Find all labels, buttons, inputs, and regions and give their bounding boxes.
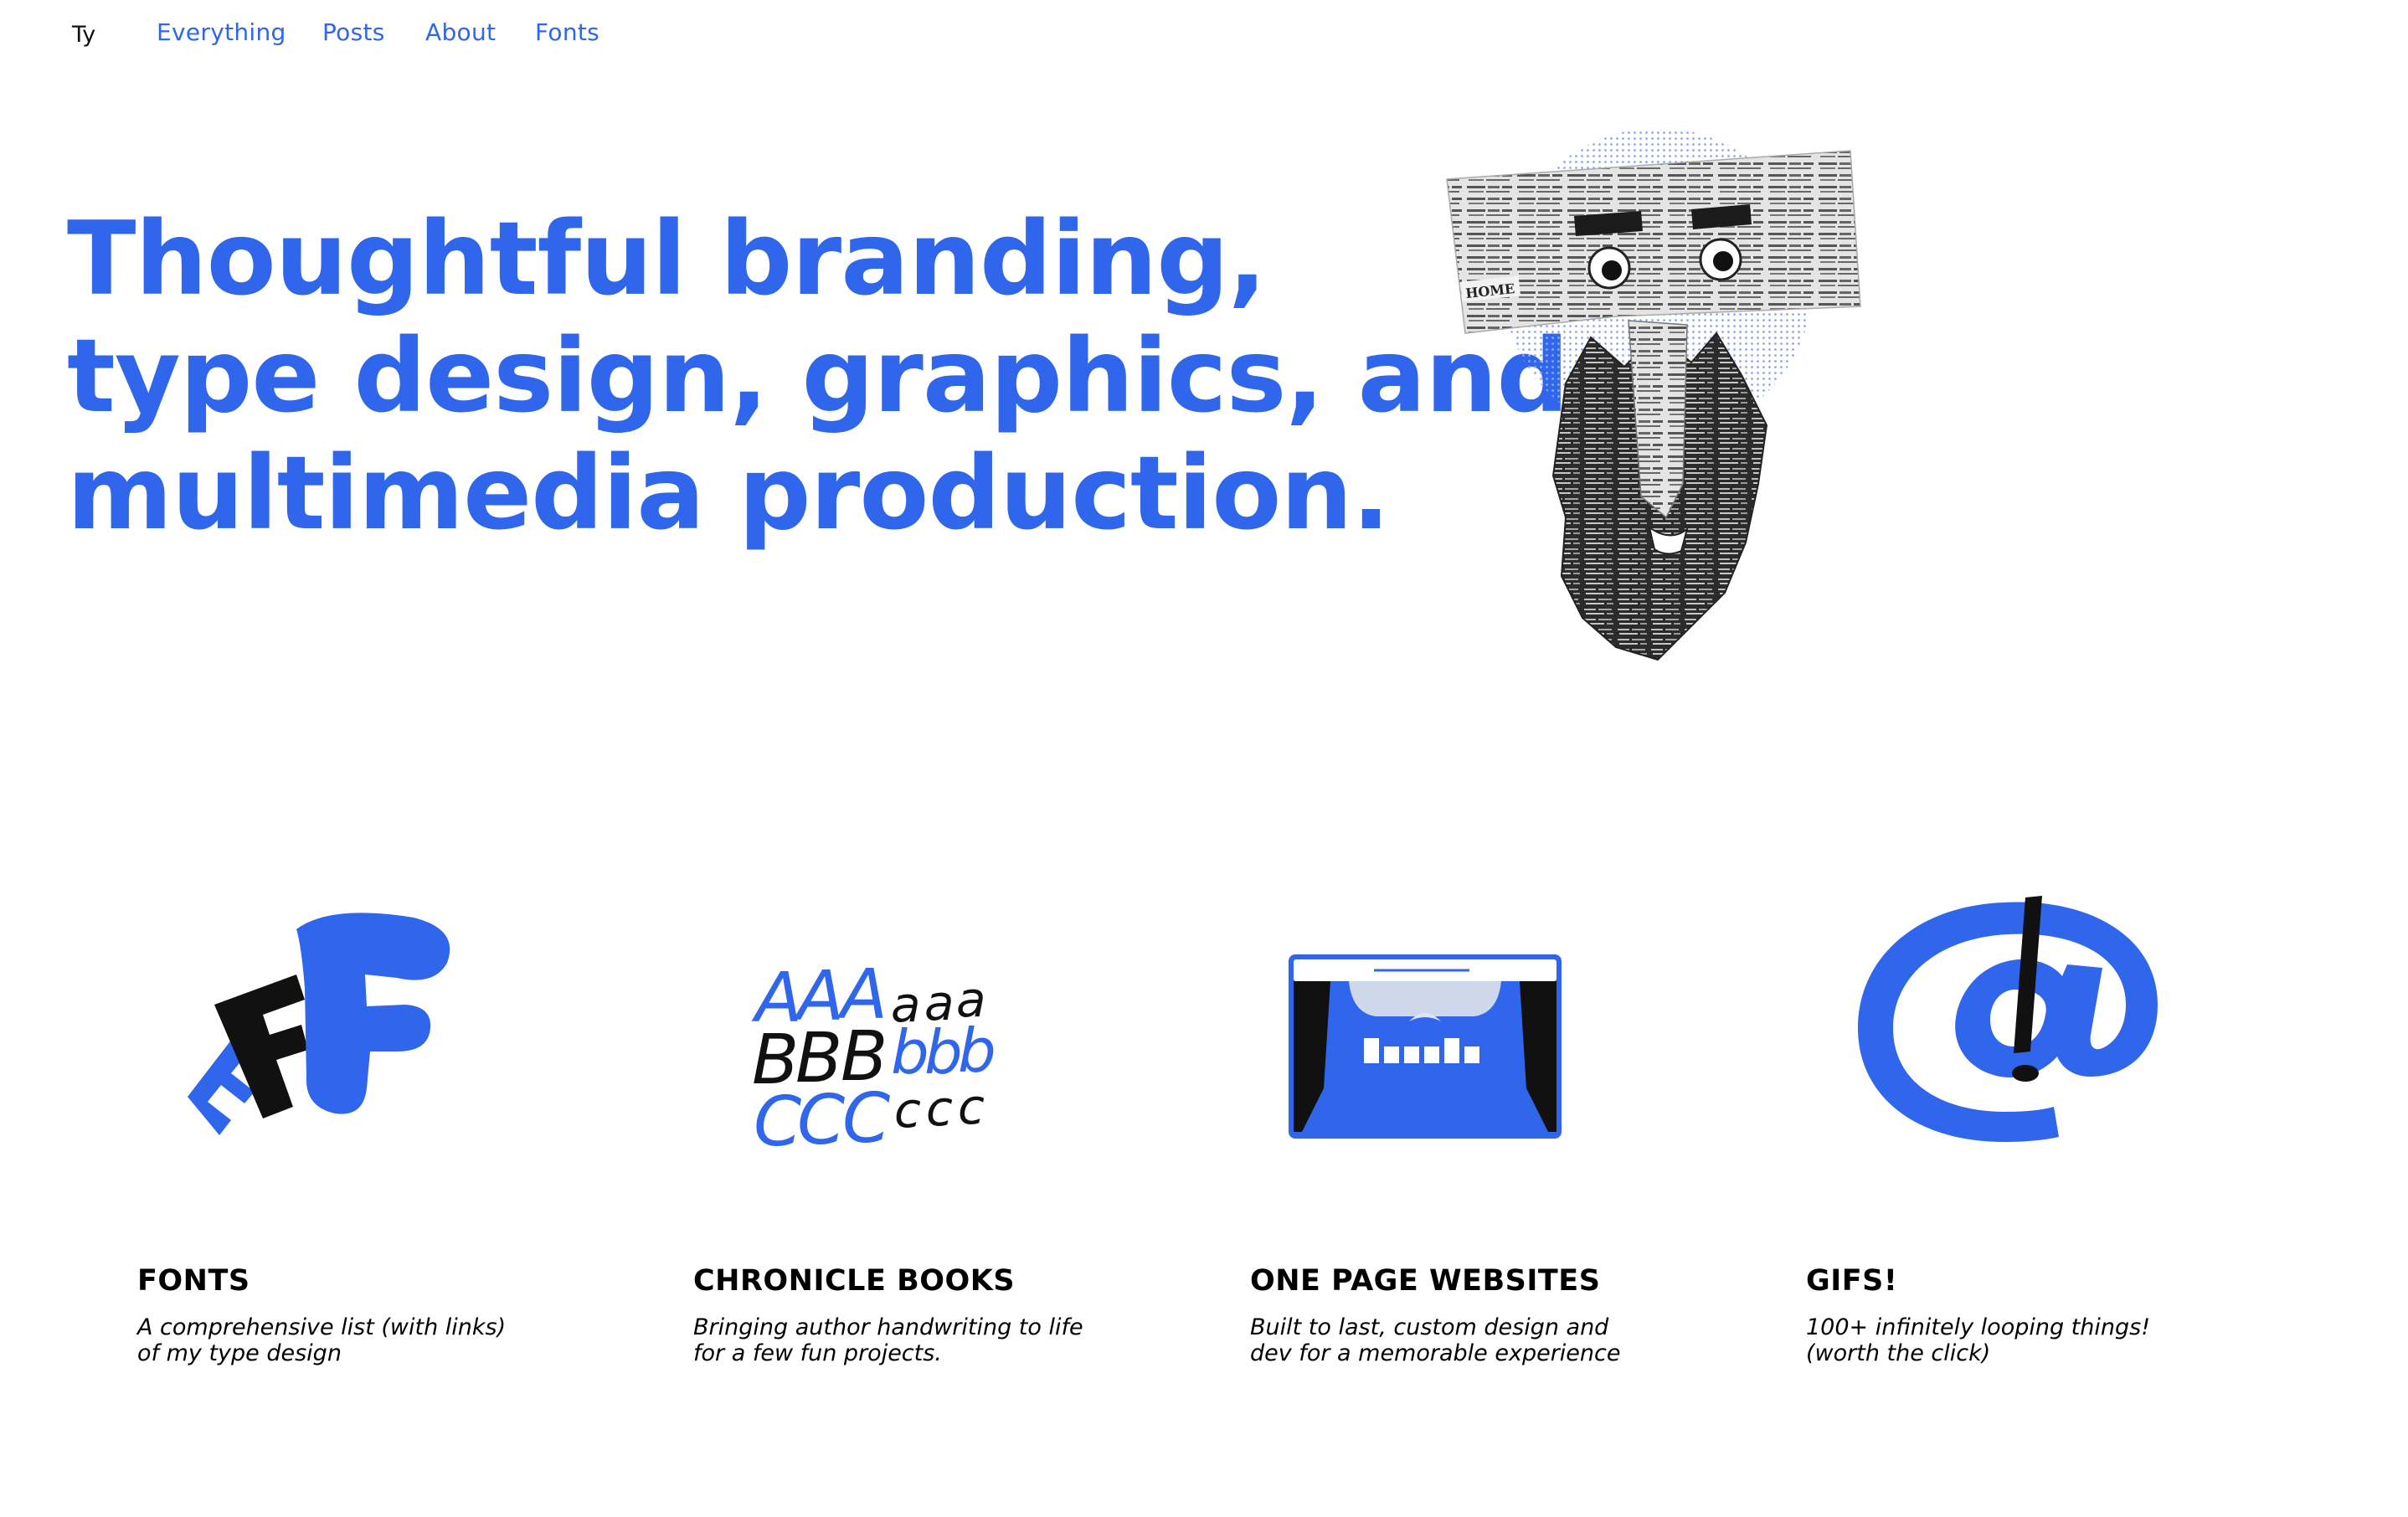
card-fonts[interactable]: FONTS A comprehensive list (with links) … <box>137 887 673 1423</box>
card-title: GIFS! <box>1806 1264 1898 1298</box>
ff-letter-blue-large <box>296 913 450 1114</box>
card-description: 100+ infinitely looping things! (worth t… <box>1806 1314 2151 1366</box>
at-sign-shape <box>1858 902 2158 1142</box>
card-chronicle-books[interactable]: A A A a a a B B B b b b C C C c c c CHRO… <box>693 887 1229 1423</box>
forehead-shape <box>1446 150 1861 334</box>
nav-link-fonts[interactable]: Fonts <box>535 18 599 46</box>
hero-line-1: Thoughtful branding, <box>67 200 1267 318</box>
at-sign-illustration <box>1858 896 2158 1142</box>
card-gifs[interactable]: GIFS! 100+ infinitely looping things! (w… <box>1806 887 2342 1423</box>
handwriting-letters-illustration: A A A a a a B B B b b b C C C c c c <box>751 955 996 1155</box>
browser-window-illustration <box>1289 954 1562 1139</box>
card-description: Built to last, custom design and dev for… <box>1250 1314 1621 1366</box>
letter-c-5: c <box>926 1080 953 1137</box>
card-title: CHRONICLE BOOKS <box>693 1264 1016 1298</box>
letter-b-6: b <box>958 1016 996 1086</box>
card-one-page-websites[interactable]: ONE PAGE WEBSITES Built to last, custom … <box>1250 887 1786 1423</box>
card-description: A comprehensive list (with links) of my … <box>137 1314 507 1366</box>
nav-link-posts[interactable]: Posts <box>322 18 385 46</box>
card-description: Bringing author handwriting to life for … <box>693 1314 1083 1366</box>
letter-c-1: C <box>754 1082 801 1155</box>
site-logo[interactable]: Ty <box>72 22 95 48</box>
letter-c-2: C <box>797 1081 845 1155</box>
newspaper-portrait-illustration: HOME <box>1446 128 1861 661</box>
browser-hero-shape <box>1349 981 1501 1016</box>
nav-link-about[interactable]: About <box>425 18 496 46</box>
letter-b-4: b <box>891 1017 929 1088</box>
fonts-card-illustration <box>188 913 450 1135</box>
letter-c-4: c <box>894 1082 921 1139</box>
letter-c-6: c <box>958 1078 985 1135</box>
hero-line-2: type design, graphics, and <box>67 317 1569 435</box>
project-cards: FONTS A comprehensive list (with links) … <box>0 887 2408 1473</box>
card-title: ONE PAGE WEBSITES <box>1250 1264 1601 1298</box>
letter-c-3: C <box>842 1079 890 1155</box>
card-title: FONTS <box>137 1264 250 1298</box>
hero-line-3: multimedia production. <box>67 435 1390 553</box>
letter-b-5: b <box>924 1017 963 1088</box>
hero-headline: Thoughtful branding, type design, graphi… <box>67 200 1569 553</box>
nav-link-everything[interactable]: Everything <box>157 18 286 46</box>
